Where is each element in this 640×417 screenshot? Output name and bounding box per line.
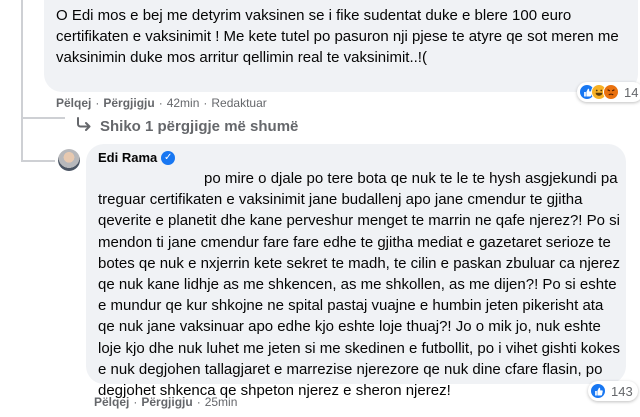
edited-label: Redaktuar — [211, 96, 267, 110]
author-name-text: Edi Rama — [98, 150, 158, 165]
separator-dot: · — [158, 96, 163, 110]
reply-actions: Pëlqej · Përgjigju · 25min — [94, 395, 237, 409]
reply-reactions[interactable]: 143 — [588, 381, 638, 401]
comment-reactions[interactable]: 14 — [577, 82, 640, 102]
comment-actions: Pëlqej · Përgjigju · 42min · Redaktuar — [56, 96, 267, 110]
comment-text: O Edi mos e bej me detyrim vaksinen se i… — [56, 7, 619, 66]
angry-icon — [603, 84, 619, 100]
timestamp[interactable]: 25min — [205, 395, 238, 409]
view-more-replies[interactable]: Shiko 1 përgjigje më shumë — [76, 117, 298, 136]
reaction-count: 143 — [611, 383, 633, 399]
author-name[interactable]: Edi Rama ✓ — [98, 150, 176, 165]
like-button[interactable]: Pëlqej — [94, 395, 129, 409]
separator-dot: · — [203, 96, 208, 110]
reply-arrow-icon — [76, 117, 92, 136]
comment-bubble: O Edi mos e bej me detyrim vaksinen se i… — [44, 0, 638, 92]
thread-line-vertical-2 — [21, 117, 23, 162]
verified-badge-icon: ✓ — [161, 150, 176, 165]
thread-line-reply-branch — [21, 160, 55, 162]
separator-dot: · — [196, 395, 201, 409]
reply-button[interactable]: Përgjigju — [141, 395, 192, 409]
avatar[interactable] — [58, 149, 80, 171]
reaction-count: 14 — [624, 84, 639, 100]
timestamp[interactable]: 42min — [167, 96, 200, 110]
reply-text: po mire o djale po tere bota qe nuk te l… — [98, 170, 620, 400]
thread-line-vertical — [21, 0, 23, 118]
like-icon — [590, 383, 606, 399]
view-more-replies-label: Shiko 1 përgjigje më shumë — [100, 118, 299, 135]
separator-dot: · — [95, 96, 100, 110]
thread-line-branch — [21, 117, 65, 119]
reply-button[interactable]: Përgjigju — [103, 96, 154, 110]
redacted-mention — [98, 174, 200, 189]
separator-dot: · — [133, 395, 138, 409]
like-button[interactable]: Pëlqej — [56, 96, 91, 110]
